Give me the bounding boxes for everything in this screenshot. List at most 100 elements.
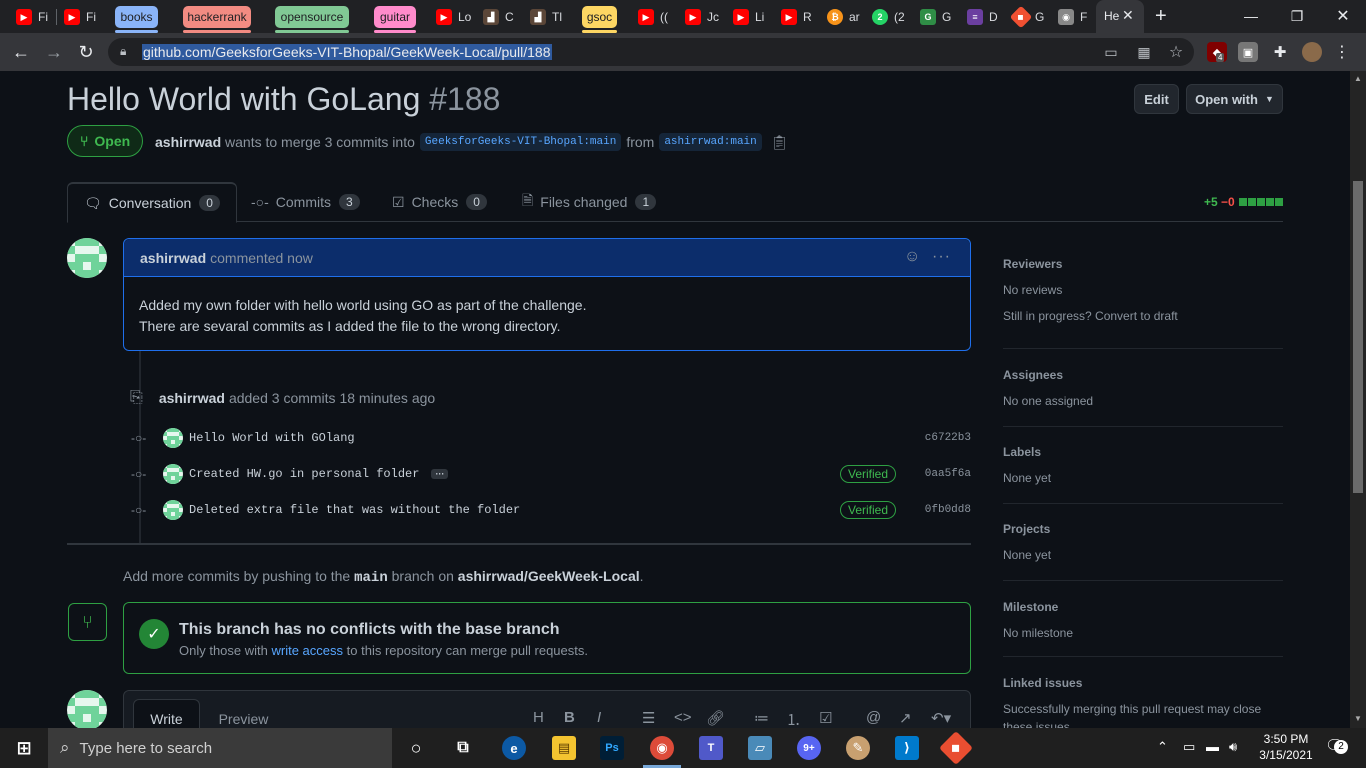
forward-button[interactable]: → — [41, 39, 67, 65]
reply-icon[interactable]: ↶▾ — [931, 709, 951, 727]
verified-badge[interactable]: Verified — [840, 501, 897, 519]
file-explorer-icon[interactable]: ▤ — [552, 736, 576, 760]
minimize-button[interactable]: — — [1228, 4, 1274, 28]
heading-icon[interactable]: H — [533, 709, 544, 726]
maximize-button[interactable]: ❐ — [1274, 4, 1320, 28]
emoji-reaction-icon[interactable]: ☺ — [904, 248, 920, 266]
browser-tab[interactable]: ◉ F — [1058, 5, 1087, 29]
active-browser-tab[interactable]: He ✕ — [1096, 0, 1144, 33]
browser-tab[interactable]: ▶ Lo — [436, 5, 471, 29]
copy-clipboard-icon[interactable]: 📋︎ — [771, 134, 789, 151]
page-scrollbar[interactable]: ▲ ▼ — [1350, 71, 1366, 728]
browser-tab[interactable]: ▶ Li — [733, 5, 764, 29]
windows-start-icon[interactable]: ⊞ — [12, 736, 36, 760]
extension-icon[interactable]: ▣ — [1238, 42, 1258, 62]
chrome-icon[interactable]: ◉ — [650, 736, 674, 760]
quote-icon[interactable]: ☰ — [642, 709, 655, 727]
pr-author-link[interactable]: ashirrwad — [155, 134, 221, 150]
projects-heading[interactable]: Projects — [1003, 522, 1050, 536]
write-tab[interactable]: Write — [133, 699, 200, 728]
tab-group-hackerrank[interactable]: hackerrank — [183, 6, 251, 28]
paint-icon[interactable]: ✎ — [846, 736, 870, 760]
tab-checks[interactable]: ☑ Checks 0 — [392, 182, 487, 222]
expand-commit-button[interactable]: ··· — [431, 469, 449, 479]
browser-tab[interactable]: ▶ Fi — [64, 5, 96, 29]
new-tab-button[interactable]: + — [1155, 5, 1167, 28]
photoshop-icon[interactable]: Ps — [600, 736, 624, 760]
link-icon[interactable]: 🔗︎ — [706, 709, 725, 727]
tab-group-books[interactable]: books — [115, 6, 158, 28]
tab-conversation[interactable]: 🗨︎ Conversation 0 — [67, 182, 237, 223]
tab-commits[interactable]: -○- Commits 3 — [251, 182, 360, 222]
vscode-icon[interactable]: ⟩ — [895, 736, 919, 760]
notification-center-icon[interactable]: 🗨︎2 — [1325, 736, 1348, 756]
system-clock[interactable]: 3:50 PM 3/15/2021 — [1254, 731, 1318, 763]
comment-author-link[interactable]: ashirrwad — [140, 250, 206, 266]
scrollbar-thumb[interactable] — [1353, 181, 1363, 493]
commit-row[interactable]: -○- Created HW.go in personal folder ···… — [131, 464, 971, 484]
more-options-icon[interactable]: ··· — [932, 248, 951, 266]
cortana-icon[interactable]: ○ — [404, 736, 428, 760]
network-device-icon[interactable]: ▭ — [1183, 739, 1195, 755]
bookmark-star-icon[interactable]: ☆ — [1167, 44, 1185, 61]
back-button[interactable]: ← — [8, 39, 34, 65]
address-bar[interactable]: 🔒︎ github.com/GeeksforGeeks-VIT-Bhopal/G… — [108, 38, 1194, 66]
tab-group-gsoc[interactable]: gsoc — [582, 6, 617, 28]
repo-link[interactable]: ashirrwad/GeekWeek-Local — [458, 568, 640, 584]
commit-sha[interactable]: 0fb0dd8 — [925, 504, 971, 516]
tab-group-opensource[interactable]: opensource — [275, 6, 349, 28]
browser-tab[interactable]: ▟ Tl — [530, 5, 562, 29]
extensions-puzzle-icon[interactable]: ✚ — [1270, 42, 1290, 62]
task-view-icon[interactable]: ⧉ — [451, 736, 475, 760]
tray-chevron-icon[interactable]: ⌃ — [1157, 739, 1168, 755]
commit-sha[interactable]: 0aa5f6a — [925, 468, 971, 480]
open-with-button[interactable]: Open with ▼ — [1186, 84, 1283, 114]
browser-tab[interactable]: ≡ D — [967, 5, 998, 29]
browser-tab[interactable]: ▶ Fi — [16, 5, 48, 29]
browser-tab[interactable]: ▟ C — [483, 5, 514, 29]
base-branch[interactable]: GeeksforGeeks-VIT-Bhopal:main — [419, 133, 622, 151]
browser-menu-icon[interactable]: ⋮ — [1332, 42, 1352, 62]
task-list-icon[interactable]: ☑ — [819, 709, 832, 727]
tab-files-changed[interactable]: 🗎︎ Files changed 1 — [522, 182, 657, 222]
head-branch[interactable]: ashirrwad:main — [659, 133, 762, 151]
commit-row[interactable]: -○- Deleted extra file that was without … — [131, 500, 971, 520]
url-text[interactable]: github.com/GeeksforGeeks-VIT-Bhopal/Geek… — [142, 44, 552, 60]
browser-tab[interactable]: ₿ ar — [827, 5, 860, 29]
reviewers-heading[interactable]: Reviewers — [1003, 257, 1062, 271]
avatar[interactable] — [67, 238, 107, 278]
volume-icon[interactable]: 🔊︎ — [1229, 739, 1237, 755]
browser-tab[interactable]: 2 (2 — [872, 5, 905, 29]
browser-tab[interactable]: ▶ Jc — [685, 5, 719, 29]
ordered-list-icon[interactable]: ⒈ — [786, 709, 801, 728]
browser-tab[interactable]: ▶(( — [638, 5, 668, 29]
write-access-link[interactable]: write access — [272, 643, 344, 658]
verified-badge[interactable]: Verified — [840, 465, 897, 483]
notepad-icon[interactable]: ▱ — [748, 736, 772, 760]
milestone-heading[interactable]: Milestone — [1003, 600, 1058, 614]
browser-tab[interactable]: ◆ G — [1009, 5, 1044, 29]
edge-icon[interactable]: e — [502, 736, 526, 760]
git-kraken-icon[interactable]: ◆ — [939, 731, 973, 765]
preview-tab[interactable]: Preview — [210, 699, 277, 728]
profile-avatar[interactable] — [1302, 42, 1322, 62]
commit-sha[interactable]: c6722b3 — [925, 432, 971, 444]
bold-icon[interactable]: B — [564, 709, 575, 726]
assignees-heading[interactable]: Assignees — [1003, 368, 1063, 382]
unordered-list-icon[interactable]: ≔ — [754, 709, 769, 727]
linked-issues-heading[interactable]: Linked issues — [1003, 676, 1082, 690]
convert-to-draft-link[interactable]: Still in progress? Convert to draft — [1003, 309, 1178, 323]
commit-row[interactable]: -○- Hello World with GOlang c6722b3 — [131, 428, 971, 448]
browser-tab[interactable]: GG — [920, 5, 951, 29]
labels-heading[interactable]: Labels — [1003, 445, 1041, 459]
battery-icon[interactable]: ▬ — [1206, 739, 1219, 754]
close-tab-icon[interactable]: ✕ — [1122, 7, 1134, 24]
teams-icon[interactable]: T — [699, 736, 723, 760]
cast-icon[interactable]: ▭ — [1102, 44, 1120, 60]
qr-code-icon[interactable]: ▦ — [1135, 44, 1153, 60]
code-icon[interactable]: <> — [674, 709, 692, 726]
browser-tab[interactable]: ▶ R — [781, 5, 812, 29]
ublock-extension-icon[interactable]: ◆4 — [1207, 42, 1227, 62]
italic-icon[interactable]: I — [597, 709, 601, 726]
edit-button[interactable]: Edit — [1134, 84, 1179, 114]
